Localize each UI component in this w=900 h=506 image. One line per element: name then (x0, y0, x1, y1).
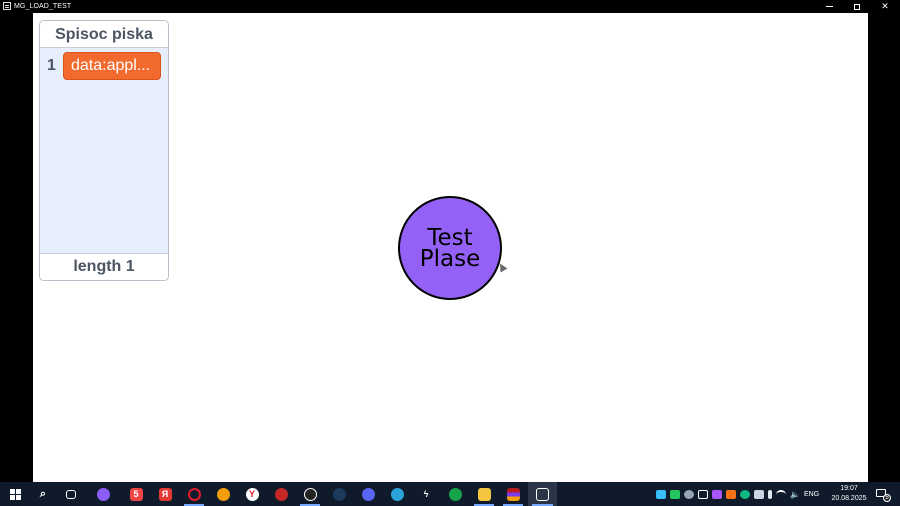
taskbar-app-obs[interactable] (296, 482, 324, 506)
record-icon (274, 487, 288, 501)
taskbar-app-lightning[interactable]: ϟ (412, 482, 440, 506)
taskbar-app-game-window[interactable] (528, 482, 557, 506)
tray-app-icon[interactable] (656, 489, 666, 499)
taskbar-app-generic[interactable] (441, 482, 469, 506)
task-view-icon (66, 489, 76, 499)
taskbar-app-html[interactable]: 5 (122, 482, 150, 506)
minimize-button[interactable] (815, 0, 843, 13)
test-place-circle[interactable]: Test Plase (398, 196, 502, 300)
maximize-icon (854, 3, 860, 10)
taskbar-app-yandex[interactable]: Y (238, 482, 266, 506)
start-button[interactable] (1, 482, 29, 506)
search-icon: ⌕ (39, 487, 47, 500)
tray-steam-icon[interactable] (684, 489, 694, 499)
discord-icon (361, 487, 375, 501)
window-title: MG_LOAD_TEST (14, 3, 72, 10)
yandex-icon: Y (245, 487, 259, 501)
list-panel: Spisoc piska 1 data:appl... length 1 (39, 20, 169, 281)
taskbar-app-alice[interactable] (89, 482, 117, 506)
volume-icon[interactable]: 🔈 (790, 490, 800, 499)
system-tray: 🔈 ENG (656, 482, 819, 506)
tray-pen-icon[interactable] (712, 489, 722, 499)
network-icon[interactable] (776, 489, 786, 499)
tray-nvidia-icon[interactable] (670, 489, 680, 499)
taskbar-app-file-explorer[interactable] (470, 482, 498, 506)
file-explorer-icon (477, 487, 491, 501)
clock-time: 19:07 (840, 485, 858, 492)
winrar-icon (506, 487, 520, 501)
task-view-button[interactable] (57, 482, 85, 506)
taskbar-app-record[interactable] (267, 482, 295, 506)
list-item-label[interactable]: data:appl... (63, 52, 161, 80)
yandex-browser-icon: Я (158, 487, 172, 501)
list-item-index: 1 (47, 57, 56, 74)
obs-icon (303, 487, 317, 501)
taskbar-app-fl-studio[interactable] (209, 482, 237, 506)
notification-count: 5 (883, 494, 891, 502)
tray-orange-icon[interactable] (726, 489, 736, 499)
taskbar-app-yandex-browser[interactable]: Я (151, 482, 179, 506)
title-bar: MG_LOAD_TEST ✕ (0, 0, 900, 13)
tray-keyboard-icon[interactable] (754, 489, 764, 499)
maximize-button[interactable] (843, 0, 871, 13)
microphone-icon[interactable] (768, 489, 772, 499)
window-app-icon (3, 2, 11, 10)
taskbar-app-telegram[interactable] (383, 482, 411, 506)
fl-studio-icon (216, 487, 230, 501)
taskbar: ⌕ 5 Я Y ϟ 🔈 ENG 19:07 20.08.2025 5 (0, 482, 900, 506)
mouse-cursor-icon (496, 261, 508, 273)
clock[interactable]: 19:07 20.08.2025 (826, 484, 872, 504)
opera-icon (187, 487, 201, 501)
close-button[interactable]: ✕ (871, 0, 899, 13)
html-icon: 5 (129, 487, 143, 501)
notification-center-button[interactable]: 5 (874, 486, 891, 502)
game-window-icon (536, 487, 549, 501)
game-canvas[interactable]: Spisoc piska 1 data:appl... length 1 Tes… (33, 13, 868, 482)
list-header: Spisoc piska (40, 21, 168, 48)
app-icon (448, 487, 462, 501)
circle-label-line2: Plase (419, 246, 481, 272)
tray-battery-icon[interactable] (698, 489, 708, 499)
taskbar-app-winrar[interactable] (499, 482, 527, 506)
steam-icon (332, 487, 346, 501)
windows-start-icon (9, 488, 21, 500)
list-item[interactable]: 1 data:appl... (40, 52, 168, 80)
taskbar-app-discord[interactable] (354, 482, 382, 506)
minimize-icon (825, 6, 833, 8)
telegram-icon (390, 487, 404, 501)
search-button[interactable]: ⌕ (29, 482, 57, 506)
taskbar-app-opera[interactable] (180, 482, 208, 506)
lightning-icon: ϟ (423, 489, 429, 499)
list-length-label: length 1 (40, 253, 168, 280)
clock-date: 20.08.2025 (831, 495, 867, 502)
language-indicator[interactable]: ENG (804, 491, 819, 498)
taskbar-app-steam[interactable] (325, 482, 353, 506)
tray-shield-icon[interactable] (740, 489, 750, 499)
alice-icon (96, 487, 110, 501)
close-icon: ✕ (881, 1, 889, 11)
